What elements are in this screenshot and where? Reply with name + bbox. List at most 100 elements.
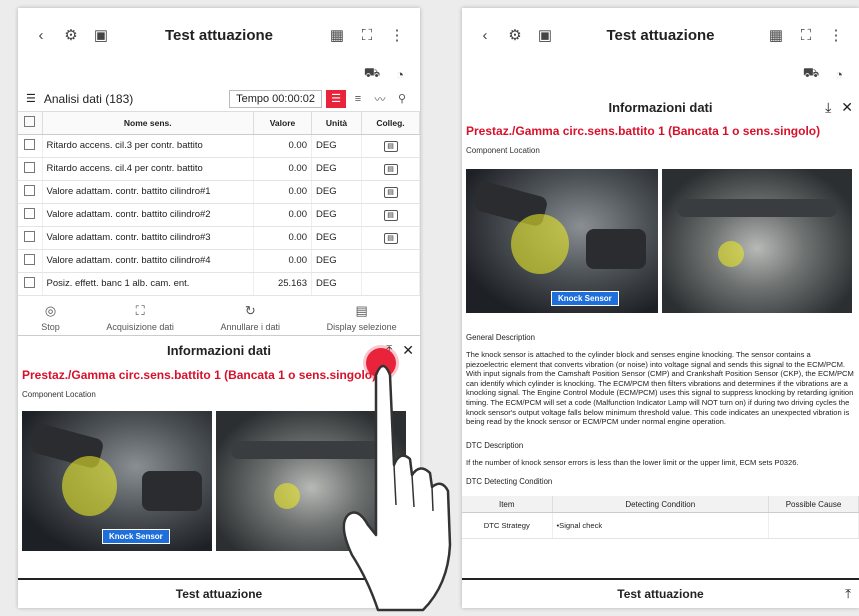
row-checkbox[interactable] xyxy=(24,253,36,265)
table-row[interactable]: Valore adattam. contr. battito cilindro#… xyxy=(18,249,420,273)
sensor-name: Posiz. effett. banc 1 alb. cam. ent. xyxy=(42,272,254,296)
info-panel-title: Informazioni dati xyxy=(167,343,271,358)
data-analysis-label: Analisi dati (183) xyxy=(43,91,134,106)
car-settings-icon[interactable]: ⛟ xyxy=(360,64,384,84)
link-icon[interactable]: ▤ xyxy=(383,163,398,175)
dtc-col-item: Item xyxy=(462,496,553,513)
action-toolbar: ◎ Stop ⛶ Acquisizione dati ↻ Annullare i da… xyxy=(18,296,420,336)
dtc-item-cell: DTC Strategy xyxy=(462,512,553,539)
link-icon[interactable]: ▤ xyxy=(383,209,398,221)
sensor-unit: DEG xyxy=(311,134,362,158)
col-unit[interactable]: Unità xyxy=(311,112,362,135)
top-bar-right: ‹ ⚙ ▣ Test attuazione ▦ ⛶ ⋮ xyxy=(462,8,859,62)
link-cell: ▤ xyxy=(361,226,420,250)
display-icon: ▤ xyxy=(355,302,368,318)
refresh-icon: ↻ xyxy=(244,302,256,318)
link-cell: ▤ xyxy=(361,180,420,204)
calendar-icon[interactable]: ▦ xyxy=(761,20,791,50)
sensor-value: 0.00 xyxy=(253,226,312,250)
select-all-checkbox[interactable] xyxy=(24,116,36,128)
dtc-description-text: If the number of knock sensor errors is … xyxy=(466,457,799,467)
secondary-icons: ⛟ ◔ xyxy=(462,62,859,86)
sensor-unit: DEG xyxy=(311,272,362,296)
row-checkbox[interactable] xyxy=(24,207,36,219)
sensor-unit: DEG xyxy=(311,249,362,273)
secondary-icons: ⛟ ◔ xyxy=(18,62,420,86)
dtc-description-title: DTC Description xyxy=(466,440,524,450)
more-icon[interactable]: ⋮ xyxy=(821,20,851,50)
info-panel-header: Informazioni dati ⤓ ✕ xyxy=(462,92,859,122)
table-row[interactable]: Valore adattam. contr. battito cilindro#… xyxy=(18,203,420,227)
link-cell: ▤ xyxy=(361,134,420,158)
sensor-value: 0.00 xyxy=(253,134,312,158)
capture-icon[interactable]: ⛶ xyxy=(791,20,821,50)
row-checkbox[interactable] xyxy=(24,138,36,150)
table-row[interactable]: Posiz. effett. banc 1 alb. cam. ent. 25.1… xyxy=(18,272,420,296)
sensor-name: Valore adattam. contr. battito cilindro#… xyxy=(42,249,254,273)
dtc-condition-table: Item Detecting Condition Possible Cause … xyxy=(462,496,859,539)
add-document-icon[interactable]: ▣ xyxy=(530,20,560,50)
capture-icon[interactable]: ⛶ xyxy=(352,20,382,50)
display-selection-button[interactable]: ▤ Display selezione xyxy=(327,303,397,332)
back-icon[interactable]: ‹ xyxy=(26,20,56,50)
close-icon[interactable]: ✕ xyxy=(841,99,853,116)
sensor-value: 0.00 xyxy=(253,157,312,181)
dtc-col-condition: Detecting Condition xyxy=(552,496,769,513)
general-description-title: General Description xyxy=(466,333,535,342)
info-panel-title: Informazioni dati xyxy=(608,99,713,115)
collapse-icon[interactable]: ⤓ xyxy=(825,99,831,116)
pointing-hand-icon xyxy=(342,364,452,612)
link-icon[interactable]: ▤ xyxy=(383,232,398,244)
knock-sensor-highlight xyxy=(62,455,117,516)
capture-data-button[interactable]: ⛶ Acquisizione dati xyxy=(106,303,174,332)
table-row[interactable]: Ritardo accens. cil.4 per contr. battito… xyxy=(18,157,420,181)
stop-button[interactable]: ◎ Stop xyxy=(41,303,60,332)
more-icon[interactable]: ⋮ xyxy=(382,20,412,50)
knock-sensor-highlight-2 xyxy=(718,241,744,267)
sensor-name: Valore adattam. contr. battito cilindro#… xyxy=(42,226,254,250)
table-row[interactable]: Valore adattam. contr. battito cilindro#… xyxy=(18,226,420,250)
stop-icon: ◎ xyxy=(44,302,57,318)
time-display: Tempo 00:00:02 xyxy=(229,89,322,108)
bottom-title: Test attuazione ⤒ xyxy=(462,578,859,608)
list-icon[interactable]: ☰ xyxy=(26,92,36,105)
link-cell: ▤ xyxy=(361,203,420,227)
sensor-name: Valore adattam. contr. battito cilindro#… xyxy=(42,180,254,204)
expand-icon[interactable]: ⤒ xyxy=(845,586,851,602)
vehicle-diagnostic-icon[interactable]: ⚙ xyxy=(500,20,530,50)
col-value[interactable]: Valore xyxy=(253,112,312,135)
link-icon[interactable]: ▤ xyxy=(383,140,398,152)
link-icon[interactable]: ▤ xyxy=(383,186,398,198)
col-link[interactable]: Colleg. xyxy=(361,112,420,135)
search-icon[interactable]: ⚲ xyxy=(392,92,412,105)
text-view-icon[interactable]: ≡ xyxy=(348,93,368,105)
gauge-icon[interactable]: ◔ xyxy=(388,64,412,84)
sensor-value: 0.00 xyxy=(253,203,312,227)
row-checkbox[interactable] xyxy=(24,276,36,288)
data-analysis-header: ☰ Analisi dati (183) Tempo 00:00:02 ☰ ≡ … xyxy=(18,86,420,112)
cancel-data-button[interactable]: ↻ Annullare i dati xyxy=(221,303,281,332)
graph-view-icon[interactable]: 〰 xyxy=(370,91,390,107)
sensor-unit: DEG xyxy=(311,203,362,227)
col-name[interactable]: Nome sens. xyxy=(42,112,254,135)
table-row[interactable]: Valore adattam. contr. battito cilindro#… xyxy=(18,180,420,204)
table-row[interactable]: Ritardo accens. cil.3 per contr. battito… xyxy=(18,134,420,158)
knock-sensor-label: Knock Sensor xyxy=(102,528,170,544)
row-checkbox[interactable] xyxy=(24,184,36,196)
knock-sensor-highlight-2 xyxy=(274,482,300,509)
back-icon[interactable]: ‹ xyxy=(470,20,500,50)
list-view-icon[interactable]: ☰ xyxy=(326,89,346,108)
add-document-icon[interactable]: ▣ xyxy=(86,20,116,50)
sensor-table: Nome sens. Valore Unità Colleg. Ritardo … xyxy=(18,112,420,296)
knock-sensor-highlight xyxy=(511,214,569,274)
calendar-icon[interactable]: ▦ xyxy=(322,20,352,50)
sensor-name: Ritardo accens. cil.3 per contr. battito xyxy=(42,134,254,158)
sensor-name: Ritardo accens. cil.4 per contr. battito xyxy=(42,157,254,181)
gauge-icon[interactable]: ◔ xyxy=(827,64,851,84)
row-checkbox[interactable] xyxy=(24,161,36,173)
engine-photo-left: Knock Sensor xyxy=(22,410,212,551)
car-settings-icon[interactable]: ⛟ xyxy=(799,64,823,84)
vehicle-diagnostic-icon[interactable]: ⚙ xyxy=(56,20,86,50)
component-photos: Knock Sensor xyxy=(462,169,859,313)
row-checkbox[interactable] xyxy=(24,230,36,242)
